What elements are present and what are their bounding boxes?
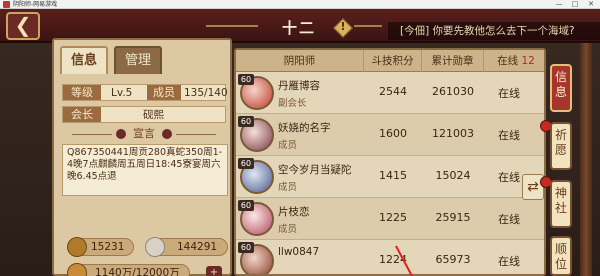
- stat-activity-value: 15231: [91, 241, 125, 253]
- member-role: 成员: [278, 182, 298, 193]
- level-badge: 60: [238, 242, 254, 253]
- level-badge: 60: [238, 74, 254, 85]
- table-row[interactable]: 60 片枝恋 成员 1225 25915 在线: [236, 198, 544, 240]
- divider: [72, 134, 112, 135]
- member-name: 片枝恋: [278, 206, 310, 218]
- app-icon: [3, 1, 10, 8]
- member-status: 在线: [498, 213, 520, 226]
- activity-icon: [67, 237, 87, 257]
- title-ornament-left: [206, 25, 258, 27]
- member-status: 在线: [498, 129, 520, 142]
- tab-info[interactable]: 信息: [60, 46, 108, 74]
- stat-medals-value: 144291: [177, 241, 218, 253]
- col-online[interactable]: 在线 12: [484, 50, 544, 72]
- member-score: 2544: [379, 85, 407, 98]
- side-tab-pray[interactable]: 祈愿: [550, 122, 572, 170]
- member-score: 1415: [379, 169, 407, 182]
- ornament-icon: [116, 129, 126, 139]
- maximize-button[interactable]: □: [568, 0, 582, 9]
- col-online-label: 在线: [497, 55, 519, 67]
- declaration-title: 宣言: [133, 127, 155, 140]
- divider: [176, 134, 216, 135]
- member-score: 1600: [379, 127, 407, 140]
- warning-mark: !: [340, 20, 346, 33]
- back-button[interactable]: ❮: [6, 12, 40, 40]
- member-score: 1224: [379, 253, 407, 266]
- level-badge: 60: [238, 116, 254, 127]
- member-medals: 121003: [432, 127, 474, 140]
- level-value: Lv.5: [111, 87, 133, 99]
- members-label: 成员: [147, 85, 181, 100]
- level-label: 等级: [63, 85, 101, 100]
- table-row[interactable]: 60 llw0847 1224 65973 在线: [236, 240, 544, 274]
- guild-name: 十二: [281, 19, 316, 37]
- member-role: 成员: [278, 140, 298, 151]
- member-name: 丹雁博容: [278, 80, 320, 92]
- level-badge: 60: [238, 200, 254, 211]
- member-medals: 25915: [435, 211, 471, 224]
- table-row[interactable]: 60 妖娆的名字 成员 1600 121003 在线: [236, 114, 544, 156]
- member-name: 空今岁月当疑陀: [278, 164, 352, 176]
- leader-value[interactable]: 砚熙: [143, 107, 164, 123]
- member-name: llw0847: [278, 246, 320, 258]
- col-score[interactable]: 斗技积分: [364, 50, 422, 72]
- table-row[interactable]: 60 丹雁博容 副会长 2544 261030 在线: [236, 72, 544, 114]
- decorative-rope: [580, 43, 592, 276]
- add-funds-button[interactable]: +: [206, 266, 222, 276]
- member-medals: 65973: [435, 253, 471, 266]
- member-table: 阴阳师 斗技积分 累计勋章 在线 12 60 丹雁博容 副会长 2544 261…: [234, 48, 546, 276]
- member-status: 在线: [498, 255, 520, 268]
- col-medals[interactable]: 累计勋章: [422, 50, 484, 72]
- side-tab-rank[interactable]: 顺位: [550, 236, 572, 276]
- chat-ticker[interactable]: [今佃] 你要先教他怎么去下一个海域?: [388, 22, 600, 40]
- stat-funds-value: 1140万/12000万: [95, 267, 180, 276]
- close-button[interactable]: ✕: [584, 0, 598, 9]
- guild-info-panel: 信息 管理 等级 Lv.5 成员 135/140 会长 砚熙 宣言 Q86735…: [52, 38, 232, 276]
- stat-medals: 144291: [145, 237, 228, 257]
- side-tab-info[interactable]: 信息: [550, 64, 572, 112]
- side-tab-shrine[interactable]: 神社: [550, 180, 572, 228]
- stat-activity: 15231: [67, 237, 134, 257]
- member-score: 1225: [379, 211, 407, 224]
- level-row: 等级 Lv.5 成员 135/140: [62, 84, 228, 101]
- member-name: 妖娆的名字: [278, 122, 331, 134]
- window-title-bar: 阴阳师-网易游戏 — □ ✕: [0, 0, 600, 9]
- member-medals: 261030: [432, 85, 474, 98]
- level-badge: 60: [238, 158, 254, 169]
- table-header: 阴阳师 斗技积分 累计勋章 在线 12: [236, 50, 544, 72]
- members-value: 135/140: [184, 87, 228, 99]
- stat-funds: 1140万/12000万: [67, 263, 190, 276]
- declaration-text: Q867350441周贡280真蛇350周1-4晚7点麒麟周五周日18:45寮宴…: [62, 144, 228, 196]
- leader-label: 会长: [63, 107, 101, 122]
- online-count: 12: [521, 55, 535, 67]
- declaration-header: 宣言: [62, 126, 226, 142]
- member-role: 副会长: [278, 98, 307, 109]
- leader-row: 会长 砚熙: [62, 106, 226, 123]
- minimize-button[interactable]: —: [552, 0, 566, 9]
- table-row[interactable]: 60 空今岁月当疑陀 成员 1415 15024 在线: [236, 156, 544, 198]
- col-name[interactable]: 阴阳师: [236, 50, 364, 72]
- ornament-icon: [162, 129, 172, 139]
- member-medals: 15024: [435, 169, 471, 182]
- title-ornament-right: [354, 25, 382, 27]
- game-window: 阴阳师-网易游戏 — □ ✕ ❮ 十二 ! [今佃] 你要先教他怎么去下一个海域…: [0, 0, 600, 276]
- medal-icon: [145, 237, 165, 257]
- window-title: 阴阳师-网易游戏: [13, 1, 58, 8]
- tab-manage[interactable]: 管理: [114, 46, 162, 74]
- member-status: 在线: [498, 87, 520, 100]
- member-role: 成员: [278, 224, 298, 235]
- funds-icon: [67, 263, 87, 276]
